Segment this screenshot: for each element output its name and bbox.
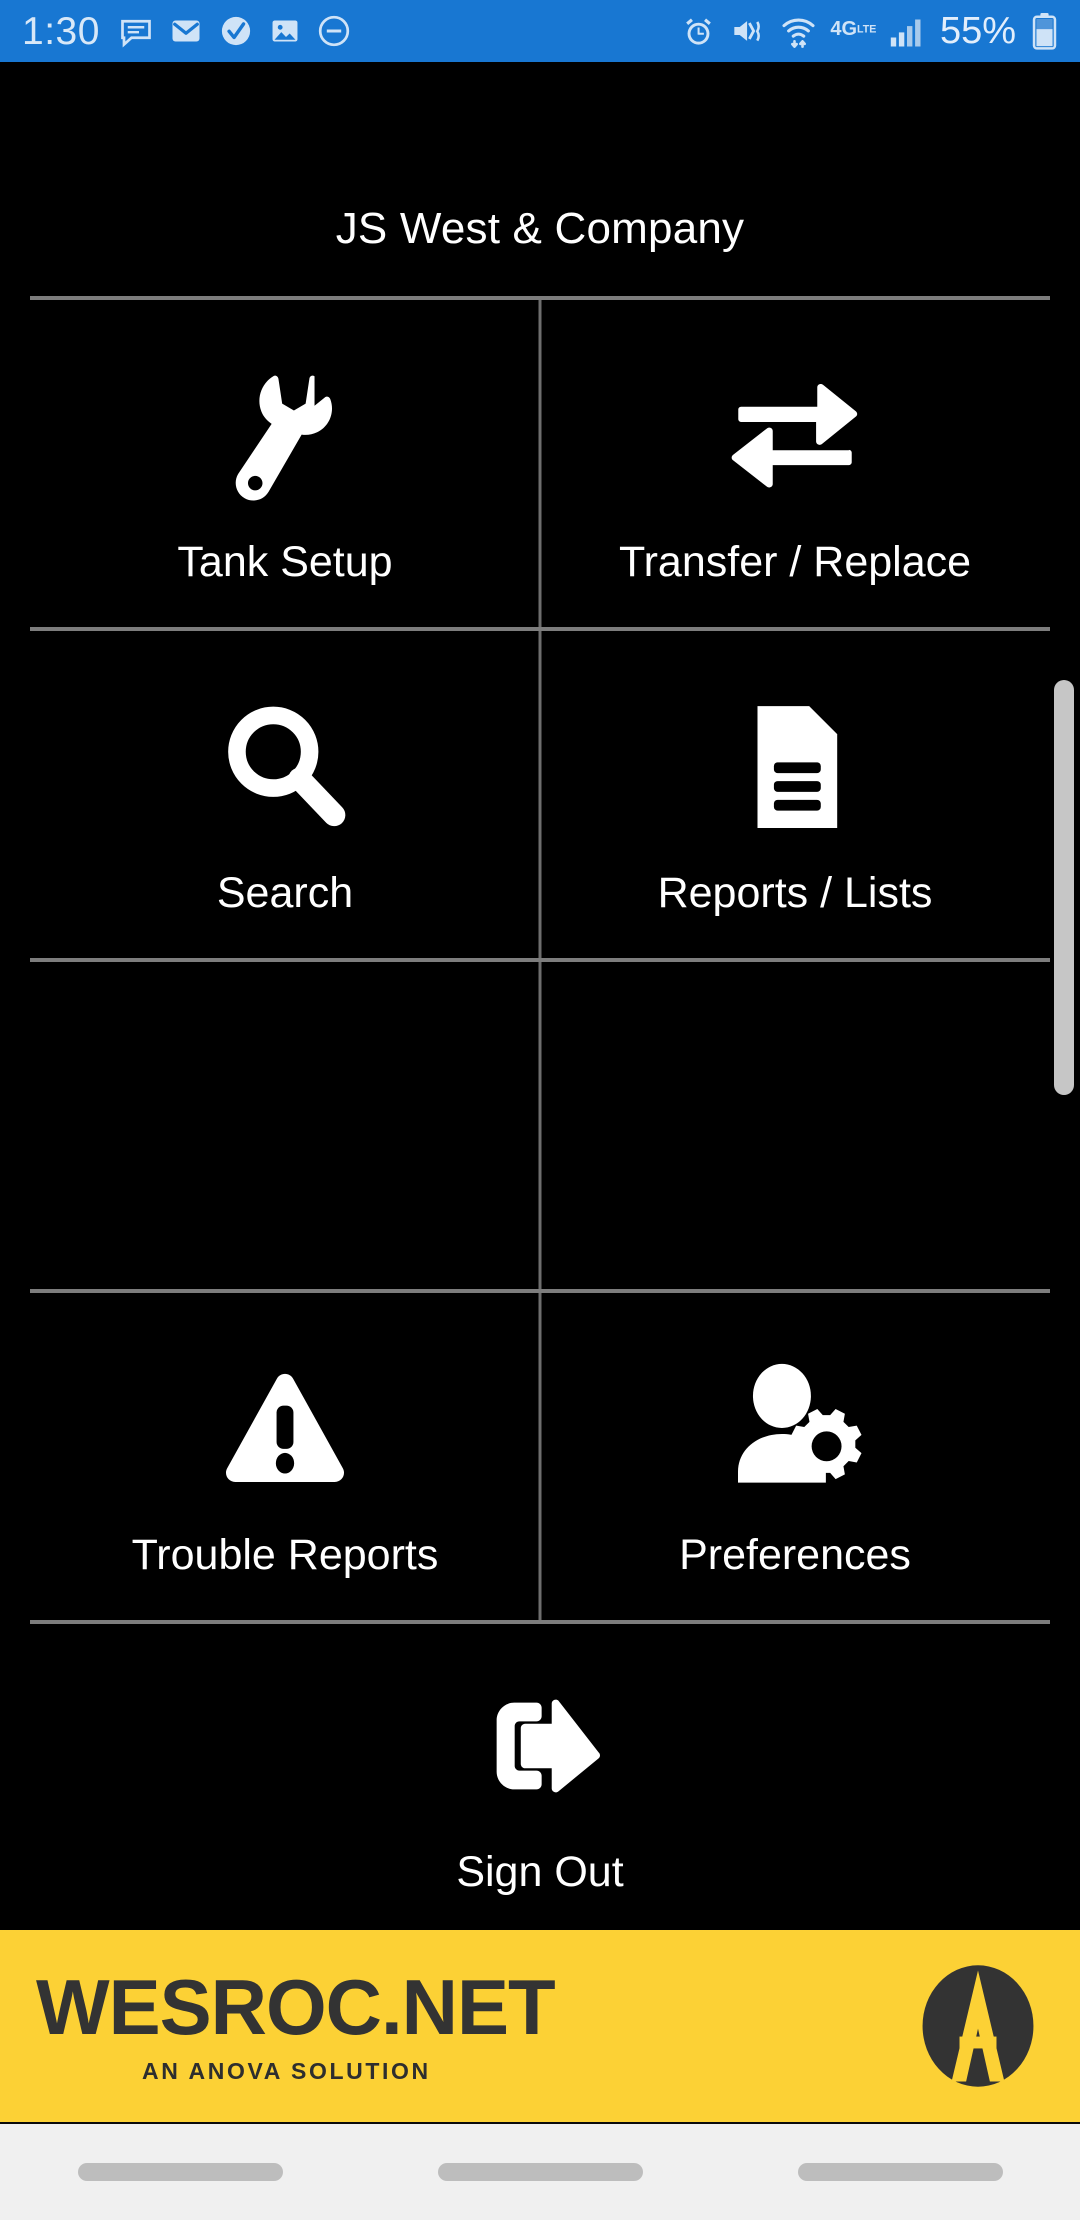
signal-bars-icon <box>889 15 925 48</box>
column-divider <box>538 962 542 1289</box>
magnifier-icon <box>210 672 360 842</box>
status-bar-left-group: 1:30 <box>22 12 352 51</box>
nav-pill-recents[interactable] <box>77 2163 283 2181</box>
document-icon <box>720 672 870 842</box>
nav-pill-home[interactable] <box>437 2163 643 2181</box>
brand-name: WESROC.NET <box>36 1962 556 2051</box>
image-icon <box>268 14 302 48</box>
menu-item-placeholder <box>540 962 1050 1289</box>
battery-icon <box>1031 12 1058 50</box>
4g-lte-icon: 4G LTE <box>830 15 876 47</box>
svg-text:4G: 4G <box>830 18 857 40</box>
status-bar-clock: 1:30 <box>22 9 100 53</box>
menu-item-label: Transfer / Replace <box>618 537 972 586</box>
menu-row: Search Reports / Lists <box>30 631 1050 958</box>
nav-pill-back[interactable] <box>797 2163 1003 2181</box>
warning-triangle-icon <box>210 1334 360 1504</box>
menu-item-search[interactable]: Search <box>30 631 540 958</box>
menu-item-trouble-reports[interactable]: Trouble Reports <box>30 1293 540 1620</box>
user-gear-icon <box>719 1334 871 1504</box>
menu-item-label: Sign Out <box>456 1848 624 1897</box>
status-bar-right-group: 4G LTE 55% <box>680 12 1058 50</box>
app-screen: 1:30 4G LTE 55% JS West & Company Tank S… <box>0 0 1080 2220</box>
menu-item-transfer-replace[interactable]: Transfer / Replace <box>540 300 1050 627</box>
mute-vibrate-icon <box>730 14 767 48</box>
brand-text-block: WESROC.NET AN ANOVA SOLUTION <box>36 1962 556 2085</box>
check-circle-icon <box>218 13 254 49</box>
menu-row-signout: Sign Out <box>30 1624 1050 1924</box>
logout-icon <box>465 1651 615 1821</box>
menu-item-placeholder <box>30 962 540 1289</box>
menu-item-label: Tank Setup <box>177 537 393 586</box>
battery-percent-label: 55% <box>939 10 1016 52</box>
footer-brand-banner: WESROC.NET AN ANOVA SOLUTION <box>0 1930 1080 2122</box>
wrench-icon <box>210 341 360 511</box>
menu-item-sign-out[interactable]: Sign Out <box>30 1624 1050 1924</box>
anova-circle-a-logo <box>912 1960 1044 2092</box>
main-menu-grid: Tank Setup Transfer / Replace Search Rep… <box>30 296 1050 1924</box>
status-bar: 1:30 4G LTE 55% <box>0 0 1080 62</box>
menu-item-tank-setup[interactable]: Tank Setup <box>30 300 540 627</box>
column-divider <box>538 1293 542 1620</box>
menu-item-reports-lists[interactable]: Reports / Lists <box>540 631 1050 958</box>
menu-item-preferences[interactable]: Preferences <box>540 1293 1050 1620</box>
svg-text:LTE: LTE <box>857 23 876 35</box>
column-divider <box>538 631 542 958</box>
system-navigation-bar <box>0 2122 1080 2220</box>
mail-icon <box>168 13 204 49</box>
alarm-icon <box>680 13 717 50</box>
menu-row: Tank Setup Transfer / Replace <box>30 300 1050 627</box>
menu-item-label: Trouble Reports <box>131 1530 439 1579</box>
menu-row-empty <box>30 962 1050 1289</box>
page-title: JS West & Company <box>335 204 745 253</box>
column-divider <box>538 300 542 627</box>
transfer-arrows-icon <box>720 341 870 511</box>
wifi-icon <box>780 13 817 50</box>
chat-bubble-icon <box>118 13 154 49</box>
brand-tagline: AN ANOVA SOLUTION <box>142 2057 431 2084</box>
do-not-disturb-icon <box>316 13 352 49</box>
vertical-scrollbar[interactable] <box>1054 680 1074 1095</box>
menu-item-label: Preferences <box>679 1530 911 1579</box>
menu-item-label: Search <box>216 868 354 917</box>
menu-item-label: Reports / Lists <box>657 868 933 917</box>
menu-row: Trouble Reports Preferences <box>30 1293 1050 1620</box>
